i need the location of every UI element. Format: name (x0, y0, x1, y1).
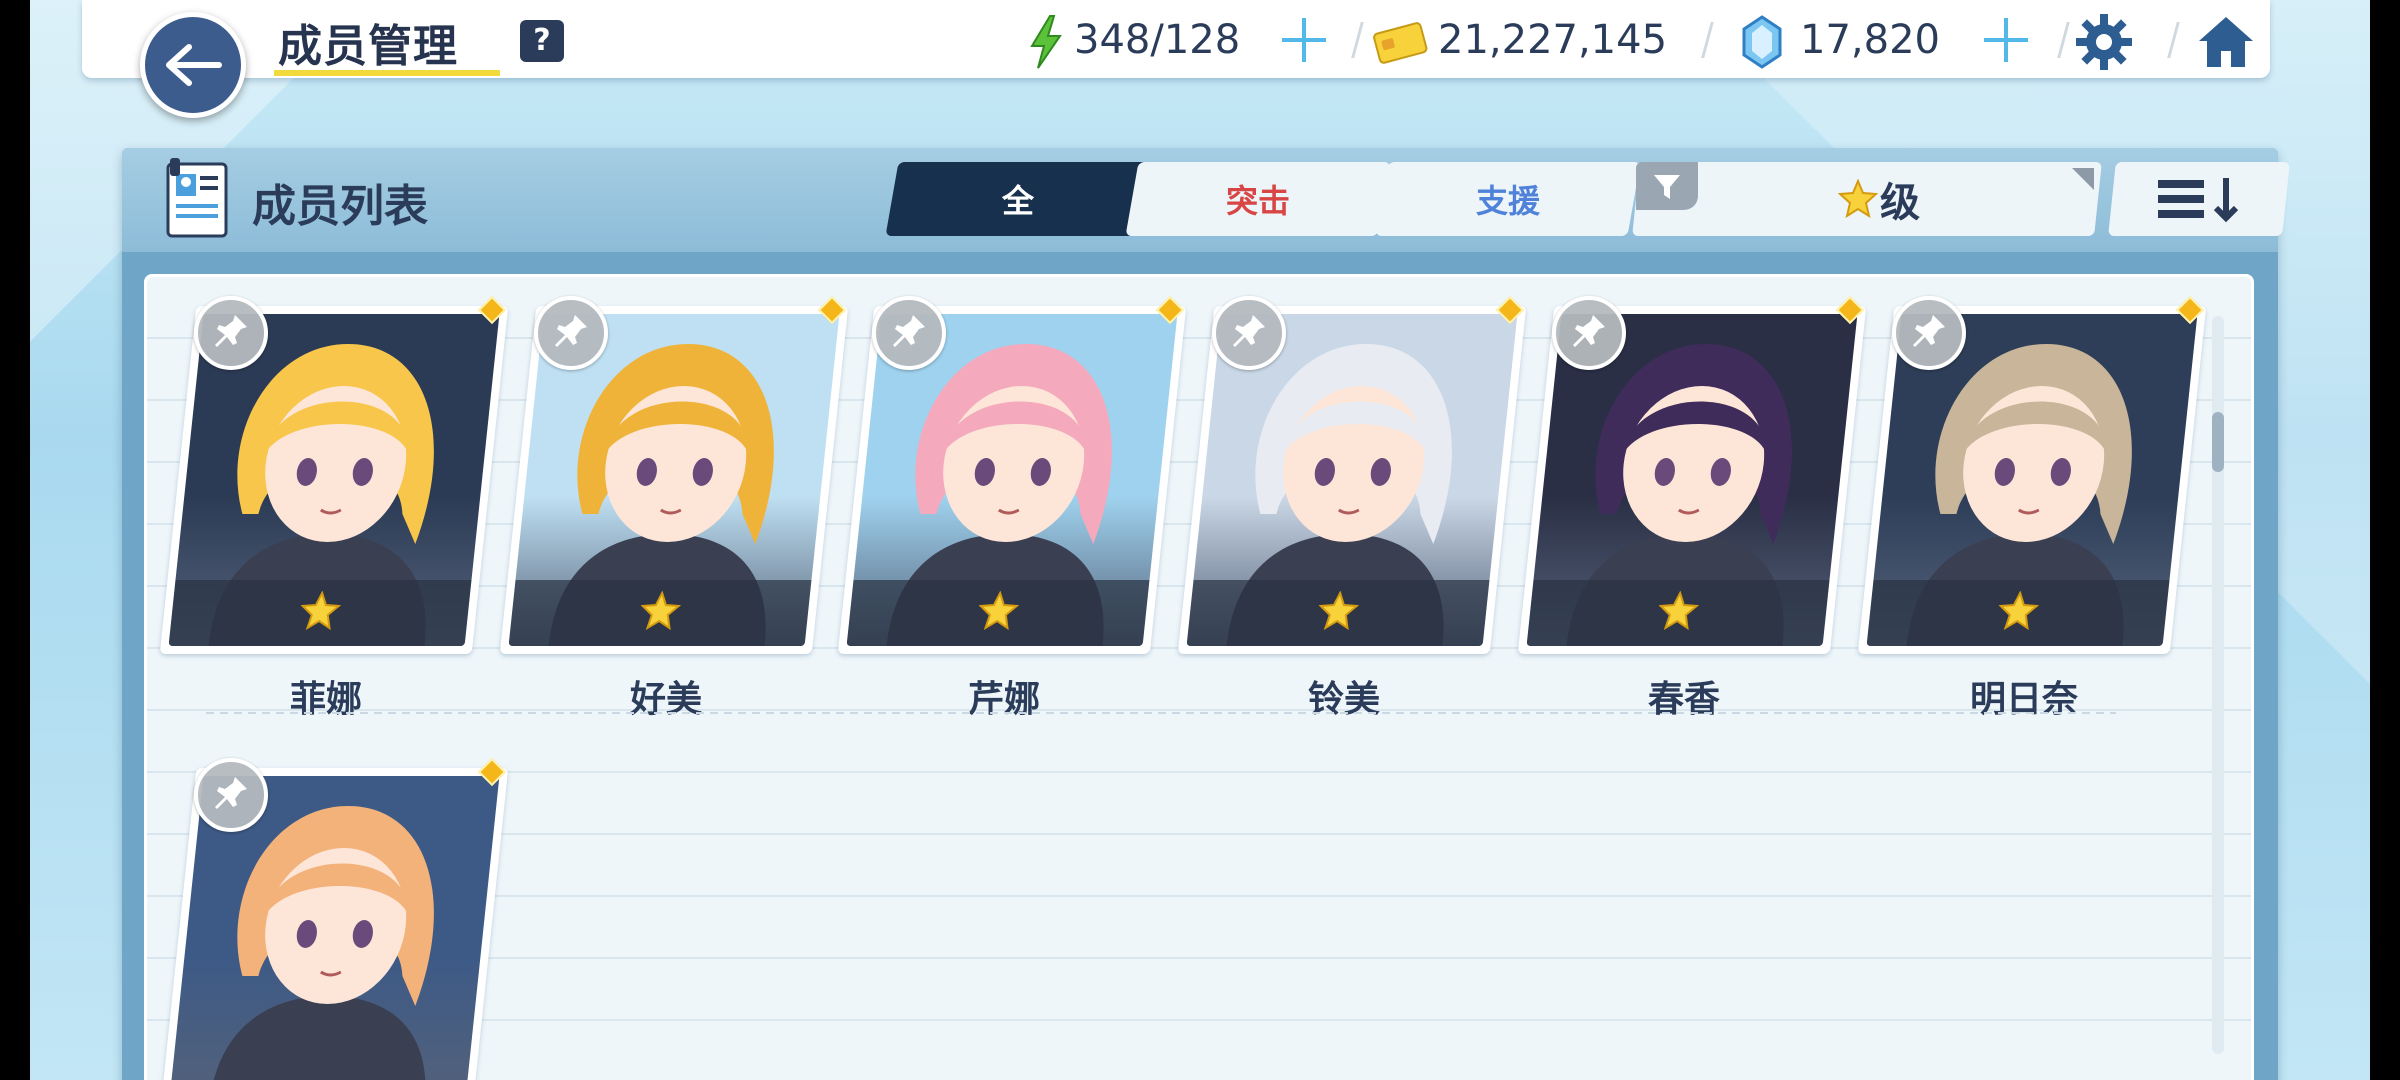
pin-icon (211, 773, 251, 817)
tab-all[interactable]: 全 (885, 162, 1151, 236)
tab-striker[interactable]: 突击 (1125, 162, 1391, 236)
star-rating (1526, 580, 1830, 646)
game-screen: 成员管理 ? 348/128 21,227,145 17,820 成员列表 全 … (30, 0, 2370, 1080)
member-name: 芹娜 (967, 679, 1040, 720)
member-name: 铃美 (1307, 679, 1380, 720)
back-button[interactable] (140, 12, 246, 118)
credit-card-icon (1368, 10, 1432, 74)
star-icon (976, 590, 1021, 635)
title-underline (274, 70, 500, 76)
pin-icon (889, 311, 929, 355)
settings-gear-icon (2076, 14, 2132, 70)
pin-button[interactable] (1892, 296, 1966, 370)
gems-value: 17,820 (1800, 17, 1940, 63)
tab-striker-label: 突击 (1225, 182, 1290, 220)
star-rating (1866, 580, 2170, 646)
member-list-icon (164, 156, 230, 240)
ap-plus-button[interactable] (1278, 14, 1330, 66)
back-arrow-icon (166, 44, 222, 86)
pin-button[interactable] (194, 758, 268, 832)
tab-special[interactable]: 支援 (1375, 162, 1641, 236)
member-name: 好美 (629, 679, 702, 720)
page-title: 成员管理 (278, 21, 458, 72)
star-icon (298, 590, 343, 635)
panel-title: 成员列表 (252, 181, 428, 232)
ap-value: 348/128 (1074, 17, 1241, 63)
star-icon (1996, 590, 2041, 635)
plus-icon (1984, 18, 2028, 62)
star-rating (508, 580, 812, 646)
sort-order-icon (2158, 178, 2239, 223)
pin-button[interactable] (1552, 296, 1626, 370)
pin-icon (1909, 311, 1949, 355)
filter-button[interactable] (1636, 162, 1698, 210)
settings-button[interactable] (2072, 10, 2136, 74)
sort-order-button[interactable] (2108, 162, 2290, 236)
pin-icon (551, 311, 591, 355)
star-rating (1186, 580, 1490, 646)
pin-button[interactable] (1212, 296, 1286, 370)
member-name: 明日奈 (1969, 679, 2078, 720)
plus-icon (1282, 18, 1326, 62)
star-rating (168, 580, 472, 646)
gems-plus-button[interactable] (1980, 14, 2032, 66)
scrollbar-thumb[interactable] (2212, 412, 2224, 472)
sort-label-text: 级 (1880, 180, 1920, 226)
member-name: 春香 (1647, 679, 1720, 720)
pin-icon (1229, 311, 1269, 355)
sort-label: 级 (1838, 170, 1920, 228)
gem-icon (1730, 10, 1794, 74)
star-icon (1316, 590, 1361, 635)
row-divider (206, 712, 2116, 714)
pin-icon (211, 311, 251, 355)
star-rating (846, 580, 1150, 646)
star-icon (1838, 179, 1878, 219)
credits-value: 21,227,145 (1438, 17, 1668, 63)
pin-button[interactable] (534, 296, 608, 370)
pin-button[interactable] (194, 296, 268, 370)
tab-all-label: 全 (1001, 182, 1034, 220)
pin-button[interactable] (872, 296, 946, 370)
home-button[interactable] (2194, 10, 2258, 74)
tab-special-label: 支援 (1475, 182, 1540, 220)
star-icon (638, 590, 683, 635)
ap-bolt-icon (1014, 10, 1078, 74)
help-button[interactable]: ? (520, 20, 564, 62)
dropdown-corner-icon (2072, 168, 2094, 190)
filter-icon (1654, 175, 1680, 199)
member-name: 菲娜 (289, 679, 362, 720)
home-icon (2199, 17, 2253, 67)
pin-icon (1569, 311, 1609, 355)
star-icon (1656, 590, 1701, 635)
